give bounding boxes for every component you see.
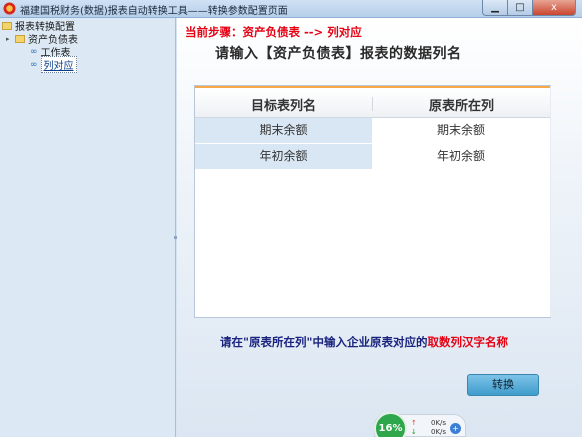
column-header-source[interactable]: 原表所在列 xyxy=(373,95,550,114)
title-bar: 福建国税财务(数据)报表自动转换工具——转换参数配置页面 ▁ □ x xyxy=(0,0,582,18)
download-speed: 0K/s xyxy=(431,428,447,436)
tax-emblem-icon xyxy=(3,2,16,15)
source-column-cell[interactable]: 年初余额 xyxy=(372,144,550,169)
minimize-button[interactable]: ▁ xyxy=(482,0,508,16)
grid-header: 目标表列名 原表所在列 xyxy=(195,86,550,118)
column-header-target[interactable]: 目标表列名 xyxy=(195,95,372,114)
target-column-cell: 年初余额 xyxy=(195,144,372,169)
maximize-icon: □ xyxy=(515,2,525,13)
folder-icon xyxy=(2,21,12,30)
column-mapping-grid: 目标表列名 原表所在列 期末余额 期末余额 年初余额 年初余额 xyxy=(194,85,551,318)
instruction-hint: 请在"原表所在列"中输入企业原表对应的取数列汉字名称 xyxy=(220,334,508,350)
grid-right-line xyxy=(550,86,551,317)
convert-button[interactable]: 转换 xyxy=(467,374,539,396)
link-icon: ∞ xyxy=(30,46,38,57)
config-tree: 报表转换配置 ▸ 资产负债表 ∞ 工作表 ∞ 列对应 xyxy=(0,18,176,437)
link-icon: ∞ xyxy=(30,59,38,70)
expand-arrow-icon[interactable]: ▸ xyxy=(6,35,12,42)
upload-speed: 0K/s xyxy=(431,419,447,427)
table-row[interactable]: 期末余额 期末余额 xyxy=(195,118,550,143)
target-column-cell: 期末余额 xyxy=(195,118,372,143)
window-title: 福建国税财务(数据)报表自动转换工具——转换参数配置页面 xyxy=(20,6,288,17)
source-column-cell[interactable]: 期末余额 xyxy=(372,118,550,143)
tree-item-label: 列对应 xyxy=(40,56,77,73)
download-arrow-icon: ↓ xyxy=(411,428,417,436)
minimize-icon: ▁ xyxy=(491,2,499,13)
tree-item-column-mapping[interactable]: ∞ 列对应 xyxy=(30,56,77,73)
current-step: 当前步骤：资产负债表 --> 列对应 xyxy=(185,25,362,39)
usage-gauge[interactable]: 16% xyxy=(374,412,407,437)
window-controls: ▁ □ x xyxy=(482,0,576,17)
maximize-button[interactable]: □ xyxy=(508,0,533,16)
accelerate-icon[interactable]: + xyxy=(450,423,461,434)
close-button[interactable]: x xyxy=(533,0,576,16)
table-row[interactable]: 年初余额 年初余额 xyxy=(195,144,550,169)
hint-highlight: 取数列汉字名称 xyxy=(427,335,508,349)
main-panel: 当前步骤：资产负债表 --> 列对应 请输入【资产负债表】报表的数据列名 目标表… xyxy=(177,18,582,437)
page-heading: 请输入【资产负债表】报表的数据列名 xyxy=(215,46,462,62)
hint-text: 请在"原表所在列"中输入企业原表对应的 xyxy=(220,335,428,349)
folder-icon xyxy=(15,34,25,43)
close-icon: x xyxy=(551,2,557,13)
upload-arrow-icon: ↑ xyxy=(411,419,417,427)
